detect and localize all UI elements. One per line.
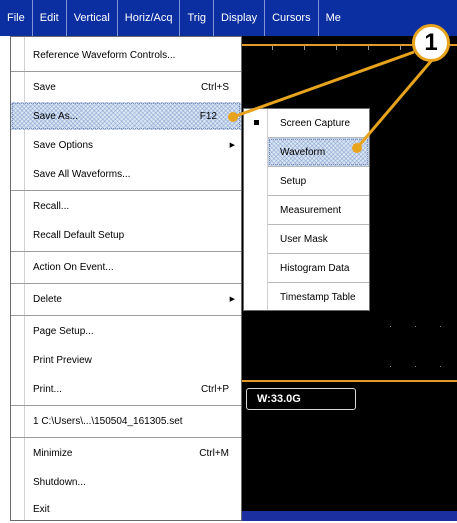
- menu-item-label: Save All Waveforms...: [33, 168, 131, 180]
- submenu-item-label: Measurement: [280, 204, 342, 216]
- menu-item-shortcut: F12: [199, 110, 217, 122]
- menu-separator: [11, 251, 241, 252]
- menu-item-label: Delete: [33, 293, 62, 305]
- menu-item-save-all-waveforms[interactable]: Save All Waveforms...: [11, 160, 241, 188]
- submenu-item-label: Setup: [280, 175, 307, 187]
- menu-item-shortcut: Ctrl+P: [200, 383, 229, 395]
- scope-readout: W:33.0G: [246, 388, 356, 410]
- menu-horiz-acq[interactable]: Horiz/Acq: [118, 0, 181, 36]
- menu-separator: [11, 71, 241, 72]
- menu-display[interactable]: Display: [214, 0, 266, 36]
- submenu-item-measurement[interactable]: Measurement: [244, 196, 369, 224]
- menu-cursors[interactable]: Cursors: [265, 0, 319, 36]
- menu-item-shortcut: Ctrl+S: [200, 81, 229, 93]
- grid-tick: [400, 46, 401, 50]
- menu-item-label: Exit: [33, 503, 50, 515]
- menu-item-label: Page Setup...: [33, 325, 94, 337]
- submenu-item-histogram-data[interactable]: Histogram Data: [244, 254, 369, 282]
- submenu-item-setup[interactable]: Setup: [244, 167, 369, 195]
- menu-item-label: Save As...: [33, 110, 79, 122]
- callout-badge: 1: [412, 24, 450, 62]
- menu-edit[interactable]: Edit: [33, 0, 67, 36]
- menu-item-recall[interactable]: Recall...: [11, 192, 241, 220]
- menu-item-save[interactable]: Save Ctrl+S: [11, 73, 241, 101]
- menu-trig[interactable]: Trig: [180, 0, 215, 36]
- menu-separator: [11, 315, 241, 316]
- file-menu: Reference Waveform Controls... Save Ctrl…: [10, 36, 242, 521]
- submenu-item-user-mask[interactable]: User Mask: [244, 225, 369, 253]
- grid-dot: [390, 326, 391, 327]
- save-as-submenu: Screen Capture Waveform Setup Measuremen…: [243, 108, 370, 311]
- menu-item-action-on-event[interactable]: Action On Event...: [11, 253, 241, 281]
- menu-item-exit[interactable]: Exit: [11, 495, 241, 523]
- menu-separator: [11, 405, 241, 406]
- menu-item-minimize[interactable]: Minimize Ctrl+M: [11, 439, 241, 467]
- menu-item-label: Reference Waveform Controls...: [33, 49, 176, 61]
- menu-item-label: Shutdown...: [33, 476, 86, 488]
- menu-measure[interactable]: Me: [319, 0, 348, 36]
- menu-item-recall-default-setup[interactable]: Recall Default Setup: [11, 221, 241, 249]
- menu-vertical[interactable]: Vertical: [67, 0, 118, 36]
- menu-separator: [11, 190, 241, 191]
- grid-dot: [415, 326, 416, 327]
- submenu-arrow-icon: ▶: [229, 142, 235, 149]
- submenu-item-waveform[interactable]: Waveform: [268, 138, 369, 166]
- menu-item-label: Print...: [33, 383, 62, 395]
- grid-dot: [440, 326, 441, 327]
- selected-bullet-icon: [254, 120, 259, 125]
- menu-separator: [11, 437, 241, 438]
- menu-file[interactable]: File: [0, 0, 33, 36]
- submenu-item-label: Timestamp Table: [280, 291, 356, 303]
- menu-item-recent-file[interactable]: 1 C:\Users\...\150504_161305.set: [11, 407, 241, 435]
- menu-item-label: Recall Default Setup: [33, 229, 125, 241]
- menu-item-reference-waveform-controls[interactable]: Reference Waveform Controls...: [11, 41, 241, 69]
- menu-item-print[interactable]: Print... Ctrl+P: [11, 375, 241, 403]
- menu-item-save-as[interactable]: Save As... F12: [11, 102, 241, 130]
- menu-item-shortcut: Ctrl+M: [199, 447, 229, 459]
- submenu-item-label: User Mask: [280, 233, 328, 245]
- grid-tick: [336, 46, 337, 50]
- menu-item-label: 1 C:\Users\...\150504_161305.set: [33, 415, 183, 427]
- submenu-item-screen-capture[interactable]: Screen Capture: [244, 109, 369, 137]
- grid-tick: [304, 46, 305, 50]
- menu-item-print-preview[interactable]: Print Preview: [11, 346, 241, 374]
- submenu-arrow-icon: ▶: [229, 296, 235, 303]
- submenu-item-label: Screen Capture: [280, 117, 351, 129]
- menu-item-shutdown[interactable]: Shutdown...: [11, 468, 241, 496]
- submenu-item-timestamp-table[interactable]: Timestamp Table: [244, 283, 369, 311]
- menu-item-delete[interactable]: Delete ▶: [11, 285, 241, 313]
- menu-item-label: Action On Event...: [33, 261, 114, 273]
- grid-tick: [272, 46, 273, 50]
- menu-item-label: Minimize: [33, 447, 73, 459]
- trace-line-bottom: [240, 380, 457, 382]
- menu-item-page-setup[interactable]: Page Setup...: [11, 317, 241, 345]
- grid-tick: [368, 46, 369, 50]
- submenu-item-label: Waveform: [280, 146, 326, 158]
- menu-bar: File Edit Vertical Horiz/Acq Trig Displa…: [0, 0, 457, 36]
- menu-item-label: Recall...: [33, 200, 70, 212]
- grid-dot: [440, 366, 441, 367]
- menu-separator: [11, 283, 241, 284]
- menu-item-label: Print Preview: [33, 354, 92, 366]
- grid-dot: [415, 366, 416, 367]
- menu-item-save-options[interactable]: Save Options ▶: [11, 131, 241, 159]
- submenu-item-label: Histogram Data: [280, 262, 350, 274]
- grid-dot: [390, 366, 391, 367]
- menu-item-label: Save Options: [33, 139, 94, 151]
- scope-bottom-strip: [240, 511, 457, 521]
- menu-item-label: Save: [33, 81, 56, 93]
